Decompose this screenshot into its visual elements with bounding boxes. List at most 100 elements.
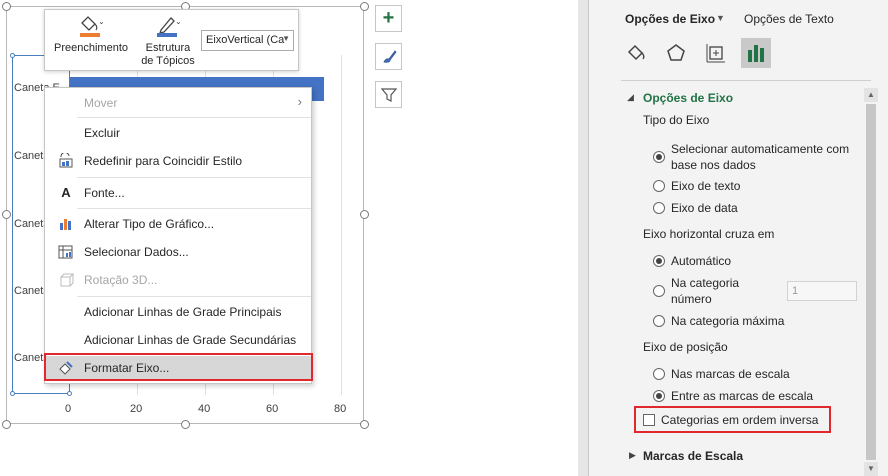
radio-label-line2: base nos dados: [671, 158, 756, 172]
tab-divider: [621, 80, 871, 81]
pen-outline-icon: ⌄: [157, 17, 182, 37]
scroll-thumb[interactable]: [866, 104, 876, 460]
pentagon-icon: [667, 44, 685, 61]
radio-on-tick-marks[interactable]: [653, 368, 665, 380]
chart-filters-button[interactable]: [375, 81, 402, 108]
chart-resize-handle-ml[interactable]: [2, 210, 11, 219]
menu-item-move[interactable]: Mover ›: [46, 91, 312, 115]
chart-resize-handle-mr[interactable]: [360, 210, 369, 219]
chevron-down-icon: ▼: [282, 34, 290, 43]
axis-options-tab[interactable]: [741, 38, 771, 68]
size-properties-icon: [706, 44, 725, 63]
chart-resize-handle-tr[interactable]: [360, 2, 369, 11]
chevron-right-icon: ›: [297, 94, 302, 109]
bar-chart-icon: [748, 45, 764, 62]
pane-scrollbar[interactable]: ▲ ▼: [864, 88, 878, 476]
x-tick-label: 0: [65, 403, 72, 415]
chart-element-select[interactable]: EixoVertical (Ca ▼: [201, 30, 294, 51]
chart-resize-handle-br[interactable]: [360, 420, 369, 429]
radio-on-tick-marks-label[interactable]: Nas marcas de escala: [671, 366, 790, 382]
axis-type-label: Tipo do Eixo: [643, 113, 710, 127]
menu-item-change-chart-type[interactable]: Alterar Tipo de Gráfico...: [46, 212, 312, 236]
font-icon: A: [61, 185, 71, 200]
menu-item-label: Fonte...: [84, 186, 125, 200]
axis-handle[interactable]: [67, 391, 72, 396]
scroll-down-arrow-icon[interactable]: ▼: [864, 462, 878, 476]
menu-item-add-major-gridlines[interactable]: Adicionar Linhas de Grade Principais: [46, 300, 312, 324]
chart-element-select-value: EixoVertical (Ca: [206, 34, 285, 46]
horizontal-crosses-label: Eixo horizontal cruza em: [643, 227, 775, 241]
fill-line-tab[interactable]: [621, 38, 651, 68]
radio-date-axis-label[interactable]: Eixo de data: [671, 200, 738, 216]
radio-automatic-label[interactable]: Automático: [671, 253, 731, 269]
cube-icon: [58, 272, 75, 288]
menu-item-add-minor-gridlines[interactable]: Adicionar Linhas de Grade Secundárias: [46, 328, 312, 352]
radio-between-tick-marks[interactable]: [653, 390, 665, 402]
tab-axis-options[interactable]: Opções de Eixo: [625, 12, 715, 26]
radio-text-axis-label[interactable]: Eixo de texto: [671, 178, 740, 194]
effects-tab[interactable]: [661, 38, 691, 68]
fill-button[interactable]: ⌄ Preenchimento: [51, 14, 131, 55]
fill-label: Preenchimento: [54, 42, 128, 54]
radio-label-line1: Selecionar automaticamente com: [671, 142, 850, 156]
context-menu: Mover › Excluir Redefinir para Coincidir…: [44, 87, 312, 384]
x-tick-label: 80: [334, 403, 347, 415]
plus-icon: +: [382, 7, 395, 29]
highlight-box-reverse-order: [634, 406, 831, 433]
x-tick-label: 20: [130, 403, 143, 415]
radio-label-line1: Na categoria: [671, 276, 740, 290]
chart-elements-button[interactable]: +: [375, 5, 402, 32]
menu-separator: [77, 177, 311, 178]
x-tick-label: 60: [266, 403, 279, 415]
radio-text-axis[interactable]: [653, 180, 665, 192]
menu-item-label: Redefinir para Coincidir Estilo: [84, 154, 243, 168]
axis-handle[interactable]: [10, 391, 15, 396]
menu-item-delete[interactable]: Excluir: [46, 121, 312, 145]
chart-resize-handle-tl[interactable]: [2, 2, 11, 11]
caret-down-icon[interactable]: ▼: [716, 13, 725, 23]
radio-date-axis[interactable]: [653, 202, 665, 214]
svg-text:⌄: ⌄: [98, 17, 105, 26]
radio-at-category[interactable]: [653, 285, 665, 297]
menu-item-label: Rotação 3D...: [84, 273, 158, 287]
menu-item-select-data[interactable]: Selecionar Dados...: [46, 240, 312, 264]
menu-item-label: Adicionar Linhas de Grade Secundárias: [84, 333, 297, 347]
caret-down-icon[interactable]: ◢: [627, 92, 634, 103]
scroll-up-arrow-icon[interactable]: ▲: [864, 88, 878, 102]
radio-at-category-label[interactable]: Na categoria número: [671, 275, 739, 307]
menu-item-label: Mover: [84, 96, 118, 110]
pane-gap: [578, 0, 588, 476]
section-axis-options[interactable]: Opções de Eixo: [643, 91, 733, 105]
radio-automatic[interactable]: [653, 255, 665, 267]
svg-text:⌄: ⌄: [175, 17, 182, 26]
category-number-input[interactable]: 1: [787, 281, 857, 301]
size-properties-tab[interactable]: [701, 38, 731, 68]
menu-item-label: Alterar Tipo de Gráfico...: [84, 217, 215, 231]
menu-item-font[interactable]: A Fonte...: [46, 181, 312, 205]
highlight-box-format-axis: [44, 353, 313, 381]
select-data-icon: [58, 244, 74, 260]
axis-position-label: Eixo de posição: [643, 340, 728, 354]
radio-auto-select-label[interactable]: Selecionar automaticamente com base nos …: [671, 141, 849, 173]
menu-item-label: Excluir: [84, 126, 121, 140]
tab-text-options[interactable]: Opções de Texto: [744, 12, 834, 26]
radio-max-category[interactable]: [653, 315, 665, 327]
radio-max-category-label[interactable]: Na categoria máxima: [671, 313, 784, 329]
caret-right-icon[interactable]: ▶: [629, 450, 636, 461]
chart-resize-handle-bl[interactable]: [2, 420, 11, 429]
radio-between-tick-marks-label[interactable]: Entre as marcas de escala: [671, 388, 813, 404]
paint-bucket-icon: ⌄: [80, 16, 105, 37]
menu-item-label: Adicionar Linhas de Grade Principais: [84, 305, 282, 319]
paint-bucket-icon: [627, 44, 645, 61]
chart-styles-button[interactable]: [375, 43, 402, 70]
menu-item-3d-rotation[interactable]: Rotação 3D...: [46, 268, 312, 292]
axis-handle[interactable]: [10, 53, 15, 58]
chart-resize-handle-bc[interactable]: [181, 420, 190, 429]
gridline: [341, 55, 342, 395]
menu-item-reset-style[interactable]: Redefinir para Coincidir Estilo: [46, 149, 312, 173]
section-tick-marks[interactable]: Marcas de Escala: [643, 449, 743, 463]
outline-button[interactable]: ⌄ Estrutura de Tópicos: [137, 14, 199, 68]
menu-separator: [77, 117, 311, 118]
radio-auto-select[interactable]: [653, 151, 665, 163]
paintbrush-icon: [382, 50, 397, 63]
